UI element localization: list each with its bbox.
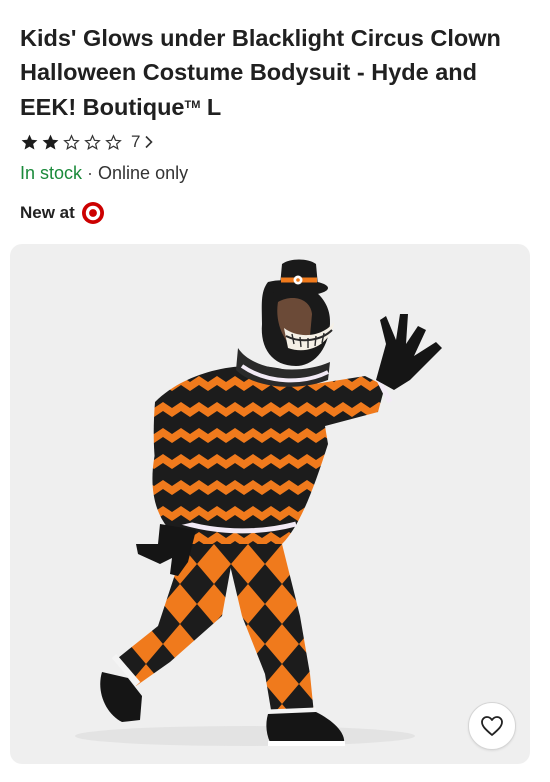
product-image[interactable] xyxy=(10,244,530,764)
review-count: 7 xyxy=(131,132,141,151)
rating-link[interactable]: 7 xyxy=(20,131,155,153)
star-outline-icon xyxy=(105,133,122,150)
costume-photo xyxy=(75,259,442,746)
trademark-symbol: TM xyxy=(184,99,201,111)
bullseye-logo xyxy=(81,202,104,224)
availability-row: In stock · Online only xyxy=(20,163,188,184)
star-filled-icon xyxy=(21,134,38,150)
star-filled-icon xyxy=(42,134,59,150)
new-at-label: New at xyxy=(20,203,75,222)
heart-outline-icon xyxy=(481,716,503,736)
new-at-badge: New at xyxy=(20,200,105,226)
product-title-text: Kids' Glows under Blacklight Circus Clow… xyxy=(20,25,501,120)
star-outline-icon xyxy=(84,133,101,150)
star-rating xyxy=(20,133,125,152)
in-stock-status: In stock xyxy=(20,163,83,183)
favorite-button[interactable] xyxy=(468,702,516,750)
product-title: Kids' Glows under Blacklight Circus Clow… xyxy=(20,22,520,125)
product-size: L xyxy=(206,94,222,120)
star-outline-icon xyxy=(63,133,80,150)
chevron-right-icon xyxy=(145,135,154,149)
online-only-label: Online only xyxy=(98,163,189,183)
separator-dot: · xyxy=(87,163,94,183)
